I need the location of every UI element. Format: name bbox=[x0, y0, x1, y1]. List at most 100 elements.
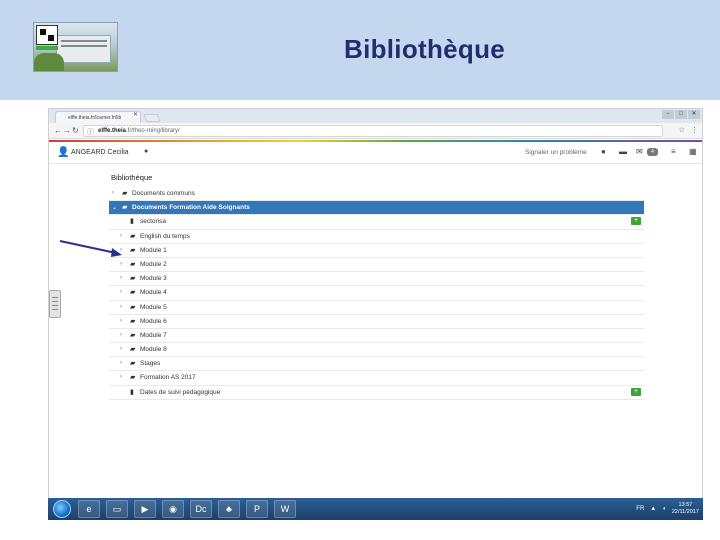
folder-row[interactable]: › ▰ Module 8 bbox=[109, 343, 644, 358]
start-button[interactable] bbox=[53, 500, 71, 518]
library-list: › ▰ Documents communs ⌄ ▰ Documents Formation… bbox=[109, 187, 644, 400]
row-label: Module 4 bbox=[140, 289, 167, 297]
clock[interactable]: 13:57 22/11/2017 bbox=[672, 502, 699, 516]
grid-icon[interactable]: ▦ bbox=[689, 147, 697, 156]
chevron-right-icon[interactable]: › bbox=[120, 332, 122, 338]
office-icon[interactable]: Dc bbox=[190, 500, 212, 518]
folder-icon: ▰ bbox=[130, 246, 136, 254]
report-problem-link[interactable]: Signaler un problème bbox=[525, 149, 587, 156]
info-icon: ⓘ bbox=[87, 129, 94, 136]
collapsed-sidebar-handle[interactable] bbox=[49, 290, 61, 318]
maximize-button[interactable]: □ bbox=[675, 110, 687, 119]
mail-icon[interactable]: ✉ bbox=[636, 147, 643, 156]
menu-icon[interactable]: ⋮ bbox=[691, 126, 698, 134]
logo-green-bar bbox=[36, 46, 58, 50]
ie-icon[interactable]: e bbox=[78, 500, 100, 518]
row-label: English du temps bbox=[140, 232, 190, 240]
file-row[interactable]: ▮ sectorisa + bbox=[109, 215, 644, 230]
folder-row[interactable]: › ▰ Module 3 bbox=[109, 272, 644, 287]
browser-tab[interactable]: elffe.theia.fr/lcarner.fr/lib bbox=[55, 111, 141, 123]
powerpoint-icon[interactable]: P bbox=[246, 500, 268, 518]
folder-icon: ▰ bbox=[130, 374, 136, 382]
volume-icon[interactable]: ◖ bbox=[662, 506, 666, 512]
chevron-right-icon[interactable]: › bbox=[112, 190, 114, 196]
network-icon[interactable]: ▲ bbox=[650, 506, 656, 512]
folder-icon: ▰ bbox=[130, 275, 136, 283]
info-icon[interactable]: ● bbox=[144, 148, 148, 155]
folder-row[interactable]: › ▰ Stages bbox=[109, 357, 644, 372]
reload-icon[interactable]: ↻ bbox=[72, 126, 79, 135]
folder-row[interactable]: › ▰ English du temps bbox=[109, 230, 644, 244]
logo-building bbox=[56, 35, 111, 63]
folder-row[interactable]: › ▰ Module 6 bbox=[109, 315, 644, 329]
add-button[interactable]: + bbox=[631, 217, 641, 226]
folder-row[interactable]: ⌄ ▰ Documents Formation Aide Soignants bbox=[109, 201, 644, 216]
close-window-button[interactable]: ✕ bbox=[688, 110, 700, 119]
url-field[interactable]: ⓘ elffe.theia.fr/theo-rning/library/ bbox=[83, 125, 663, 137]
row-label: Documents communs bbox=[132, 190, 195, 197]
folder-icon: ▰ bbox=[122, 204, 128, 212]
word-icon[interactable]: W bbox=[274, 500, 296, 518]
chevron-right-icon[interactable]: › bbox=[120, 289, 122, 295]
media-player-icon[interactable]: ▶ bbox=[134, 500, 156, 518]
url-path: .fr/theo-rning/library/ bbox=[126, 128, 180, 134]
list-icon[interactable]: ≡ bbox=[671, 147, 676, 156]
slide: Bibliothèque elffe.theia.fr/lcarner.fr/l… bbox=[0, 0, 720, 540]
chevron-down-icon[interactable]: ⌄ bbox=[112, 204, 117, 211]
folder-row[interactable]: › ▰ Module 1 bbox=[109, 244, 644, 258]
folder-row[interactable]: › ▰ Module 7 bbox=[109, 329, 644, 344]
chevron-right-icon[interactable]: › bbox=[120, 318, 122, 324]
folder-row[interactable]: › ▰ Module 4 bbox=[109, 286, 644, 301]
slide-header: Bibliothèque bbox=[0, 0, 720, 100]
chrome-icon[interactable]: ◉ bbox=[162, 500, 184, 518]
row-label: Formation AS 2017 bbox=[140, 374, 196, 382]
folder-row[interactable]: › ▰ Module 2 bbox=[109, 258, 644, 273]
chevron-right-icon[interactable]: › bbox=[120, 360, 122, 366]
language-indicator[interactable]: FR bbox=[636, 506, 644, 512]
logo-badge bbox=[36, 25, 58, 45]
file-row[interactable]: ▮ Dates de suivi pédagogique + bbox=[109, 386, 644, 400]
system-tray: FR ▲ ◖ 13:57 22/11/2017 bbox=[636, 501, 699, 517]
forward-arrow-icon[interactable]: → bbox=[63, 126, 71, 135]
clock-time: 13:57 bbox=[678, 502, 693, 508]
explorer-icon[interactable]: ▭ bbox=[106, 500, 128, 518]
folder-icon: ▰ bbox=[130, 331, 136, 339]
folder-icon: ▰ bbox=[130, 260, 136, 268]
add-button[interactable]: + bbox=[631, 387, 641, 396]
folder-row[interactable]: › ▰ Documents communs bbox=[109, 187, 644, 202]
chevron-right-icon[interactable]: › bbox=[120, 304, 122, 310]
chevron-right-icon[interactable]: › bbox=[120, 261, 122, 267]
row-label: Dates de suivi pédagogique bbox=[140, 388, 221, 396]
new-tab-button[interactable] bbox=[143, 114, 161, 122]
address-icons: ☆ ⋮ bbox=[679, 126, 698, 134]
bookmark-star-icon[interactable]: ☆ bbox=[679, 126, 685, 134]
row-label: Module 2 bbox=[140, 260, 167, 268]
chevron-right-icon[interactable]: › bbox=[120, 374, 122, 380]
row-label: Stages bbox=[140, 360, 161, 368]
tab-close-icon[interactable]: ✕ bbox=[133, 111, 138, 118]
folder-row[interactable]: › ▰ Formation AS 2017 bbox=[109, 371, 644, 386]
file-icon: ▮ bbox=[130, 218, 134, 226]
folder-icon: ▰ bbox=[122, 190, 128, 197]
folder-icon: ▰ bbox=[130, 317, 136, 325]
row-label: Module 7 bbox=[140, 331, 167, 339]
windows-taskbar: e ▭ ▶ ◉ Dc ♣ P W FR ▲ ◖ 13:57 22/11/2017 bbox=[48, 498, 703, 520]
notification-badge[interactable]: 4 bbox=[647, 148, 658, 156]
chevron-right-icon[interactable]: › bbox=[120, 346, 122, 352]
row-label: sectorisa bbox=[140, 218, 167, 226]
library-title: Bibliothèque bbox=[111, 173, 153, 182]
slide-title: Bibliothèque bbox=[344, 34, 506, 64]
user-icon: 👤 bbox=[57, 147, 70, 158]
row-label: Module 1 bbox=[140, 246, 167, 254]
back-arrow-icon[interactable]: ← bbox=[54, 126, 62, 135]
url-host: elffe.theia bbox=[98, 128, 127, 134]
hospital-logo bbox=[33, 22, 118, 72]
folder-row[interactable]: › ▰ Module 5 bbox=[109, 301, 644, 315]
help-icon[interactable]: ● bbox=[601, 147, 606, 156]
user-name[interactable]: ANGEARD Cecilia bbox=[71, 149, 129, 156]
chevron-right-icon[interactable]: › bbox=[120, 275, 122, 281]
app-icon[interactable]: ♣ bbox=[218, 500, 240, 518]
minimize-button[interactable]: − bbox=[662, 110, 674, 119]
folder-icon: ▰ bbox=[130, 232, 136, 240]
messages-icon[interactable]: ▬ bbox=[619, 147, 627, 156]
